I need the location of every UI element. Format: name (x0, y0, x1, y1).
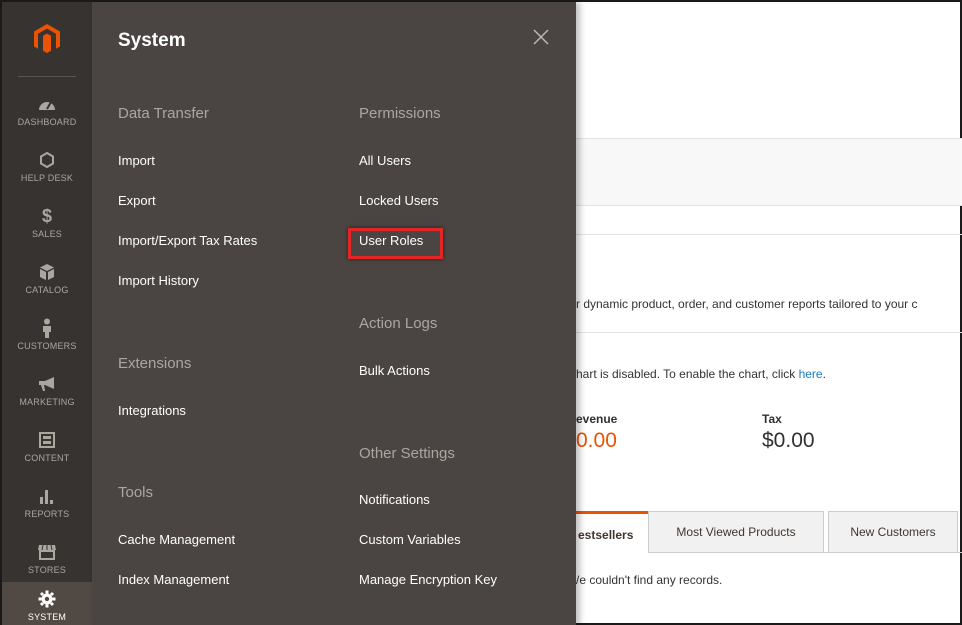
divider (576, 234, 962, 235)
sidebar-item-label: CATALOG (25, 285, 69, 295)
section-permissions: Permissions (359, 105, 441, 122)
sidebar-item-catalog[interactable]: CATALOG (2, 250, 92, 306)
admin-sidebar: DASHBOARD HELP DESK $ SALES CATALOG CUST… (2, 2, 92, 625)
menu-link-custom-variables[interactable]: Custom Variables (359, 532, 461, 547)
tax-label: Tax (762, 412, 782, 426)
tabs-baseline (648, 552, 962, 553)
menu-link-export[interactable]: Export (118, 193, 156, 208)
menu-link-bulk-actions[interactable]: Bulk Actions (359, 363, 430, 378)
divider (576, 332, 962, 333)
menu-link-import[interactable]: Import (118, 153, 155, 168)
menu-link-all-users[interactable]: All Users (359, 153, 411, 168)
layout-icon (39, 429, 55, 451)
tab-label: New Customers (850, 525, 936, 539)
sidebar-item-dashboard[interactable]: DASHBOARD (2, 82, 92, 138)
store-icon (37, 541, 57, 563)
sidebar-item-help-desk[interactable]: HELP DESK (2, 138, 92, 194)
sidebar-item-label: HELP DESK (20, 173, 74, 183)
sidebar-item-content[interactable]: CONTENT (2, 418, 92, 474)
sidebar-item-marketing[interactable]: MARKETING (2, 362, 92, 418)
box-icon (39, 261, 55, 283)
menu-link-cache-management[interactable]: Cache Management (118, 532, 235, 547)
sidebar-item-label: STORES (27, 565, 67, 575)
logo-divider (18, 76, 76, 77)
menu-link-manage-encryption-key[interactable]: Manage Encryption Key (359, 572, 497, 587)
section-data-transfer: Data Transfer (118, 105, 209, 122)
sidebar-item-label: REPORTS (24, 509, 70, 519)
tax-value: $0.00 (762, 429, 815, 452)
menu-link-index-management[interactable]: Index Management (118, 572, 229, 587)
megaphone-icon (37, 373, 57, 395)
sidebar-item-reports[interactable]: REPORTS (2, 474, 92, 530)
menu-link-import-export-tax-rates[interactable]: Import/Export Tax Rates (118, 233, 257, 248)
section-extensions: Extensions (118, 355, 192, 372)
dollar-icon: $ (41, 205, 52, 226)
sidebar-item-customers[interactable]: CUSTOMERS (2, 306, 92, 362)
sidebar-item-label: DASHBOARD (17, 117, 77, 127)
close-icon[interactable] (532, 28, 550, 46)
menu-link-locked-users[interactable]: Locked Users (359, 193, 438, 208)
sidebar-item-label: CONTENT (24, 453, 70, 463)
gear-icon (38, 588, 56, 610)
revenue-value: 0.00 (576, 429, 617, 452)
section-tools: Tools (118, 484, 154, 501)
system-flyout-menu: System Data Transfer Import Export Impor… (92, 2, 576, 625)
sidebar-item-stores[interactable]: STORES (2, 530, 92, 586)
menu-link-import-history[interactable]: Import History (118, 273, 199, 288)
section-action-logs: Action Logs (359, 315, 438, 332)
tab-new-customers[interactable]: New Customers (828, 511, 958, 553)
sidebar-item-label: CUSTOMERS (17, 341, 77, 351)
sidebar-item-label: SALES (31, 229, 63, 239)
hexagon-icon (40, 149, 54, 171)
person-icon (41, 317, 53, 339)
magento-logo-icon (34, 24, 60, 54)
sidebar-item-label: MARKETING (19, 397, 75, 407)
magento-logo[interactable] (2, 2, 92, 76)
flyout-title: System (118, 30, 186, 51)
menu-link-integrations[interactable]: Integrations (118, 403, 186, 418)
tab-bestsellers-label: estsellers (578, 528, 634, 542)
tab-most-viewed-products[interactable]: Most Viewed Products (648, 511, 824, 553)
enable-chart-link[interactable]: here (799, 367, 823, 381)
page-actions-band (576, 138, 962, 206)
empty-records-text: /e couldn't find any records. (576, 573, 723, 587)
dashboard-icon (38, 93, 56, 115)
reports-intro-text: r dynamic product, order, and customer r… (576, 297, 918, 311)
menu-link-notifications[interactable]: Notifications (359, 492, 430, 507)
sidebar-item-sales[interactable]: $ SALES (2, 194, 92, 250)
sidebar-item-system[interactable]: SYSTEM (2, 582, 92, 625)
section-other-settings: Other Settings (359, 445, 455, 462)
chart-disabled-text: hart is disabled. To enable the chart, c… (576, 367, 826, 381)
tab-bestsellers[interactable]: estsellers (576, 511, 648, 553)
tab-label: Most Viewed Products (676, 525, 796, 539)
revenue-label: evenue (576, 412, 618, 426)
sidebar-item-label: SYSTEM (27, 611, 67, 622)
bar-chart-icon (39, 485, 55, 507)
menu-link-user-roles[interactable]: User Roles (359, 233, 423, 248)
